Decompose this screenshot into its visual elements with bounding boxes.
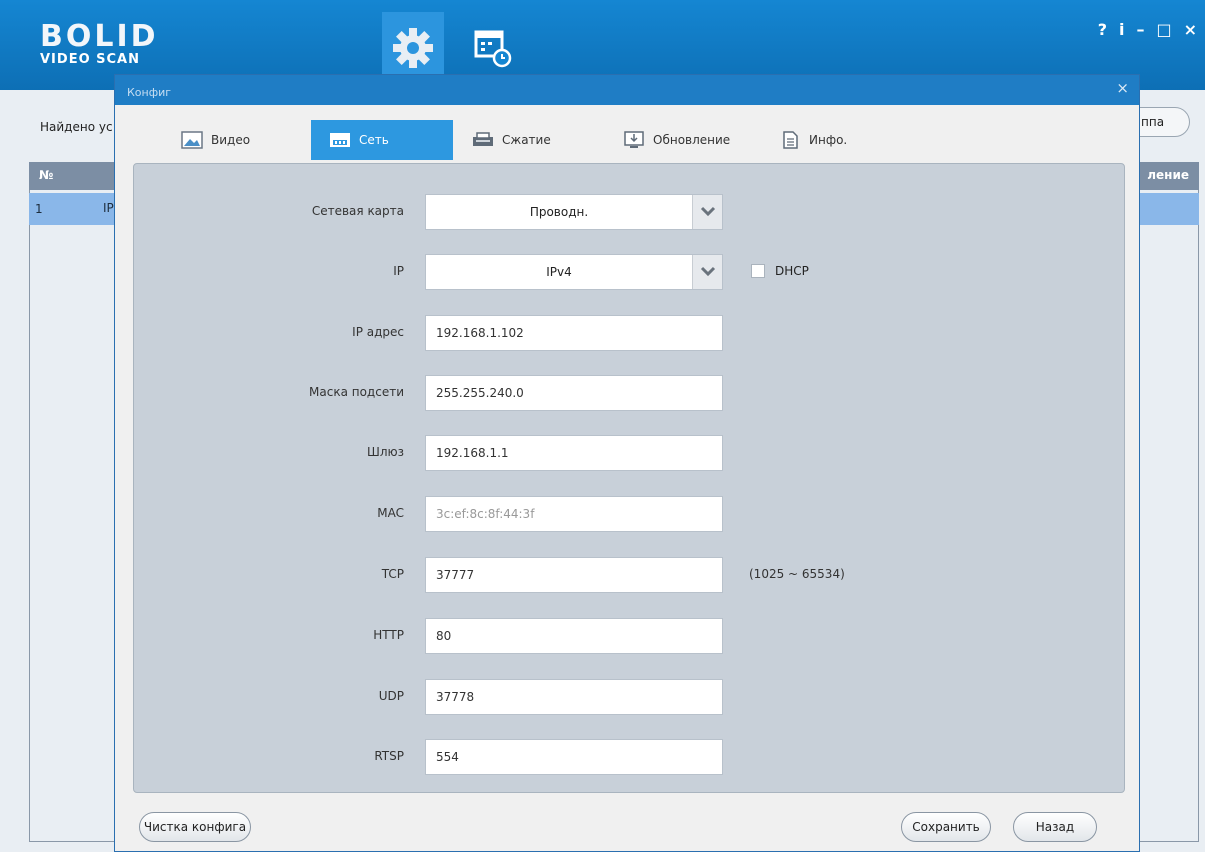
ip-version-label: IP: [393, 264, 404, 278]
logo-line2: VIDEO SCAN: [40, 52, 140, 67]
tab-network-label: Сеть: [359, 133, 389, 147]
network-card-value: Проводн.: [529, 205, 589, 219]
network-card-select[interactable]: Проводн.: [425, 194, 723, 230]
http-label: HTTP: [373, 628, 404, 642]
http-port-field[interactable]: 80: [425, 618, 723, 654]
close-icon[interactable]: ×: [1184, 20, 1197, 39]
tab-update-label: Обновление: [653, 133, 731, 147]
save-button[interactable]: Сохранить: [901, 812, 991, 842]
ip-address-row: IP адрес 192.168.1.102: [134, 315, 1126, 351]
info-icon[interactable]: i: [1119, 20, 1124, 39]
config-dialog: Конфиг × Видео Сеть Сжатие Обновление Ин…: [114, 74, 1140, 852]
tab-network[interactable]: Сеть: [311, 120, 453, 160]
udp-label: UDP: [378, 689, 404, 703]
tcp-port-field[interactable]: 37777: [425, 557, 723, 593]
bolid-logo: BOLID VIDEO SCAN: [40, 22, 159, 68]
back-button[interactable]: Назад: [1013, 812, 1097, 842]
image-icon: [181, 131, 203, 149]
udp-row: UDP 37778: [134, 679, 1126, 715]
network-card-label: Сетевая карта: [311, 204, 404, 218]
network-settings-panel: Сетевая карта Проводн. IP IPv4 DHCP IP а…: [133, 163, 1125, 793]
tab-compression[interactable]: Сжатие: [472, 120, 551, 160]
udp-port-field[interactable]: 37778: [425, 679, 723, 715]
mac-row: MAC 3c:ef:8c:8f:44:3f: [134, 496, 1126, 532]
subnet-mask-field[interactable]: 255.255.240.0: [425, 375, 723, 411]
ip-version-select[interactable]: IPv4: [425, 254, 723, 290]
subnet-mask-row: Маска подсети 255.255.240.0: [134, 375, 1126, 411]
gateway-row: Шлюз 192.168.1.1: [134, 435, 1126, 471]
dialog-title-text: Конфиг: [127, 86, 172, 99]
dhcp-label: DHCP: [775, 264, 809, 278]
gateway-field[interactable]: 192.168.1.1: [425, 435, 723, 471]
row-number: 1: [35, 202, 43, 216]
minimize-icon[interactable]: –: [1136, 20, 1144, 39]
ip-address-label: IP адрес: [352, 325, 404, 339]
rtsp-port-field[interactable]: 554: [425, 739, 723, 775]
tab-info[interactable]: Инфо.: [779, 120, 847, 160]
dhcp-option[interactable]: DHCP: [751, 264, 809, 278]
update-icon: [624, 131, 644, 148]
tab-update[interactable]: Обновление: [623, 120, 730, 160]
http-row: HTTP 80: [134, 618, 1126, 654]
tcp-range-hint: (1025 ~ 65534): [749, 567, 845, 581]
rtsp-row: RTSP 554: [134, 739, 1126, 775]
tab-video-label: Видео: [211, 133, 251, 147]
window-controls: ? i – □ ×: [1098, 20, 1197, 39]
logo-line1: BOLID: [40, 19, 159, 54]
chevron-down-icon[interactable]: [692, 255, 722, 289]
network-icon: [330, 133, 350, 147]
maximize-icon[interactable]: □: [1156, 20, 1171, 39]
tcp-row: TCP 37777 (1025 ~ 65534): [134, 557, 1126, 593]
config-tabs: Видео Сеть Сжатие Обновление Инфо.: [115, 120, 1139, 160]
dialog-close-icon[interactable]: ×: [1116, 79, 1129, 97]
subnet-mask-label: Маска подсети: [309, 385, 404, 399]
ip-version-row: IP IPv4 DHCP: [134, 254, 1126, 290]
clear-config-button[interactable]: Чистка конфига: [139, 812, 251, 842]
row-device-type: IP: [103, 201, 114, 215]
compress-icon: [473, 132, 493, 146]
ip-address-field[interactable]: 192.168.1.102: [425, 315, 723, 351]
header-control: ление: [1147, 168, 1189, 182]
mac-label: MAC: [377, 506, 404, 520]
dialog-title: Конфиг ×: [115, 75, 1139, 105]
help-icon[interactable]: ?: [1098, 20, 1107, 39]
network-card-row: Сетевая карта Проводн.: [134, 194, 1126, 230]
ip-version-value: IPv4: [546, 265, 572, 279]
tab-video[interactable]: Видео: [181, 120, 250, 160]
mac-field: 3c:ef:8c:8f:44:3f: [425, 496, 723, 532]
document-icon: [783, 131, 798, 149]
found-devices-label: Найдено ус: [40, 120, 113, 134]
dhcp-checkbox[interactable]: [751, 264, 765, 278]
rtsp-label: RTSP: [374, 749, 404, 763]
header-number: №: [39, 168, 54, 182]
chevron-down-icon[interactable]: [692, 195, 722, 229]
gateway-label: Шлюз: [367, 445, 404, 459]
tab-info-label: Инфо.: [809, 133, 848, 147]
tab-compression-label: Сжатие: [502, 133, 551, 147]
tcp-label: TCP: [381, 567, 404, 581]
